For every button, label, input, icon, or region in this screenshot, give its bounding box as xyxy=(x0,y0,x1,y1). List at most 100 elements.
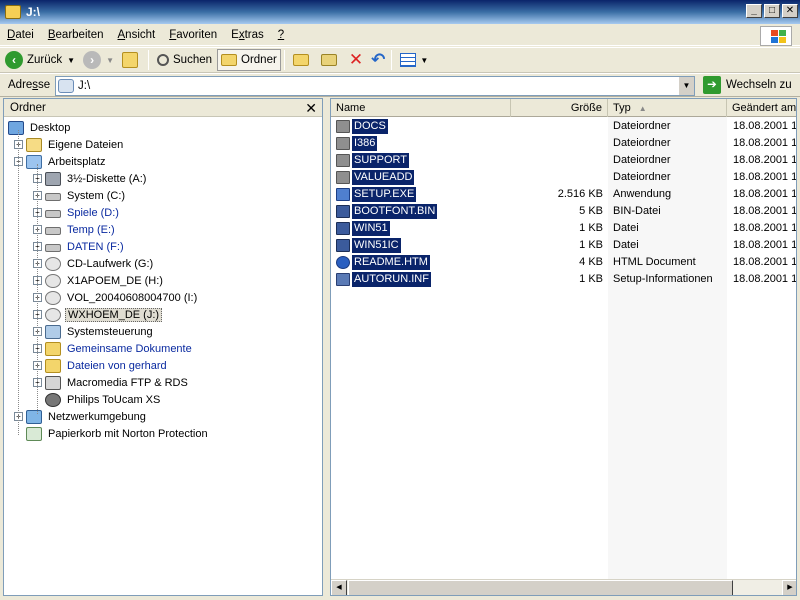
minimize-button[interactable]: _ xyxy=(746,4,762,18)
tree-item[interactable]: + Gemeinsame Dokumente xyxy=(33,340,194,357)
tree-item[interactable]: + VOL_20040608004700 (I:) xyxy=(33,289,199,306)
back-button[interactable]: ‹ Zurück ▼ xyxy=(2,49,78,71)
tree-item[interactable]: + X1APOEM_DE (H:) xyxy=(33,272,165,289)
file-row[interactable]: VALUEADD Dateiordner 18.08.2001 1 xyxy=(331,169,797,186)
tree-item[interactable]: − Arbeitsplatz xyxy=(14,153,107,170)
file-name-cell[interactable]: README.HTM xyxy=(336,254,430,271)
scroll-left-button[interactable]: ◀ xyxy=(331,580,347,595)
up-folder-button[interactable] xyxy=(119,49,145,71)
file-row[interactable]: README.HTM 4 KB HTML Document 18.08.2001 1 xyxy=(331,254,796,271)
tree-item[interactable]: + Spiele (D:) xyxy=(33,204,121,221)
search-button[interactable]: Suchen xyxy=(154,49,215,71)
file-name-cell[interactable]: BOOTFONT.BIN xyxy=(336,203,438,220)
menu-item[interactable]: Bearbeiten xyxy=(41,29,111,41)
column-name[interactable]: Name xyxy=(331,99,511,117)
file-type: Setup-Informationen xyxy=(613,273,713,285)
floppy-icon xyxy=(45,171,61,186)
close-button[interactable]: ✕ xyxy=(782,4,798,18)
back-label: Zurück xyxy=(27,54,63,66)
file-name-cell[interactable]: VALUEADD xyxy=(336,169,415,186)
chevron-down-icon[interactable]: ▼ xyxy=(106,56,114,65)
file-row[interactable]: BOOTFONT.BIN 5 KB BIN-Datei 18.08.2001 1 xyxy=(331,203,796,220)
tree-item[interactable]: Papierkorb mit Norton Protection xyxy=(14,425,210,442)
copy-to-button[interactable] xyxy=(318,49,344,71)
tree-item[interactable]: + Netzwerkumgebung xyxy=(14,408,148,425)
address-input[interactable]: J:\ ▼ xyxy=(55,76,695,96)
cd-drive-icon xyxy=(45,307,61,322)
forward-button[interactable]: › ▼ xyxy=(80,49,117,71)
folders-button[interactable]: Ordner xyxy=(217,49,281,71)
column-size[interactable]: Größe xyxy=(511,99,608,117)
file-row[interactable]: DOCS Dateiordner 18.08.2001 1 xyxy=(331,118,796,135)
tree-item[interactable]: + Systemsteuerung xyxy=(33,323,155,340)
file-name-cell[interactable]: WIN51IC xyxy=(336,237,401,254)
maximize-button[interactable]: □ xyxy=(764,4,780,18)
pane-splitter[interactable] xyxy=(325,98,329,598)
scrollbar-thumb[interactable] xyxy=(348,580,733,595)
folders-pane-header: Ordner ✕ xyxy=(4,99,322,117)
views-button[interactable]: ▼ xyxy=(397,49,431,71)
tree-item-label: Eigene Dateien xyxy=(48,138,124,151)
delete-button[interactable]: ✕ xyxy=(346,49,366,71)
menu-item[interactable]: Ansicht xyxy=(111,29,163,41)
windows-logo-icon xyxy=(760,26,792,46)
tree-item[interactable]: + Dateien von gerhard xyxy=(33,357,169,374)
file-name-cell[interactable]: SUPPORT xyxy=(336,152,409,169)
tree-item-label: DATEN (F:) xyxy=(67,240,124,253)
tree-item[interactable]: + WXHOEM_DE (J:) xyxy=(33,306,163,323)
cd-drive-icon xyxy=(45,273,61,288)
file-row[interactable]: I386 Dateiordner 18.08.2001 1 xyxy=(331,135,796,152)
folder-icon xyxy=(336,171,350,184)
tree-item[interactable]: + Macromedia FTP & RDS xyxy=(33,374,190,391)
file-type: HTML Document xyxy=(613,256,696,268)
tree-item[interactable]: + Eigene Dateien xyxy=(14,136,125,153)
tree-item[interactable]: + CD-Laufwerk (G:) xyxy=(33,255,155,272)
file-row[interactable]: SETUP.EXE 2.516 KB Anwendung 18.08.2001 1 xyxy=(331,186,796,203)
tree-item-label: Philips ToUcam XS xyxy=(67,393,161,406)
address-value[interactable]: J:\ xyxy=(78,80,90,92)
tree-item[interactable]: + Temp (E:) xyxy=(33,221,117,238)
file-name-cell[interactable]: WIN51 xyxy=(336,220,390,237)
menu-item[interactable]: Datei xyxy=(0,29,41,41)
go-button[interactable]: ➔ Wechseln zu xyxy=(703,76,792,94)
move-to-button[interactable] xyxy=(290,49,316,71)
folders-icon xyxy=(221,54,238,66)
toolbar-separator xyxy=(148,50,149,70)
file-icon xyxy=(336,256,350,269)
scroll-right-button[interactable]: ▶ xyxy=(782,580,796,595)
tree-item[interactable]: + System (C:) xyxy=(33,187,127,204)
file-name-cell[interactable]: SETUP.EXE xyxy=(336,186,417,203)
menu-item[interactable]: ? xyxy=(271,29,291,41)
file-modified: 18.08.2001 1 xyxy=(733,171,797,183)
delete-icon: ✕ xyxy=(348,50,364,69)
file-row[interactable]: SUPPORT Dateiordner 18.08.2001 1 xyxy=(331,152,796,169)
address-bar: Adresse J:\ ▼ ➔ Wechseln zu xyxy=(0,73,800,97)
undo-button[interactable]: ↶ xyxy=(368,49,388,71)
title-bar[interactable]: J:\ _ □ ✕ xyxy=(0,0,800,24)
file-name-cell[interactable]: I386 xyxy=(336,135,378,152)
horizontal-scrollbar[interactable]: ◀ ▶ xyxy=(331,579,796,595)
file-type: Datei xyxy=(613,239,639,251)
tree-item-label: Systemsteuerung xyxy=(67,325,153,338)
close-icon[interactable]: ✕ xyxy=(305,100,317,117)
column-type[interactable]: Typ ▲ xyxy=(608,99,727,117)
tree-item[interactable]: + DATEN (F:) xyxy=(33,238,126,255)
column-modified[interactable]: Geändert am xyxy=(727,99,796,117)
file-row[interactable]: WIN51IC 1 KB Datei 18.08.2001 1 xyxy=(331,237,796,254)
tree-item[interactable]: Philips ToUcam XS xyxy=(33,391,162,408)
address-dropdown-button[interactable]: ▼ xyxy=(678,77,694,95)
tree-item[interactable]: +3½-Diskette (A:) xyxy=(33,170,148,187)
file-row[interactable]: AUTORUN.INF 1 KB Setup-Informationen 18.08.… xyxy=(331,271,796,288)
column-size-label: Größe xyxy=(570,102,602,114)
file-row[interactable]: WIN51 1 KB Datei 18.08.2001 1 xyxy=(331,220,796,237)
cd-drive-icon xyxy=(45,256,61,271)
file-size: 2.516 KB xyxy=(557,188,603,200)
folder-icon xyxy=(336,120,350,133)
chevron-down-icon[interactable]: ▼ xyxy=(67,56,75,65)
file-name-cell[interactable]: DOCS xyxy=(336,118,388,135)
file-name-cell[interactable]: AUTORUN.INF xyxy=(336,271,431,288)
file-icon xyxy=(336,205,350,218)
file-icon xyxy=(336,273,350,286)
menu-item[interactable]: Favoriten xyxy=(162,29,224,41)
menu-item[interactable]: Extras xyxy=(224,29,271,41)
